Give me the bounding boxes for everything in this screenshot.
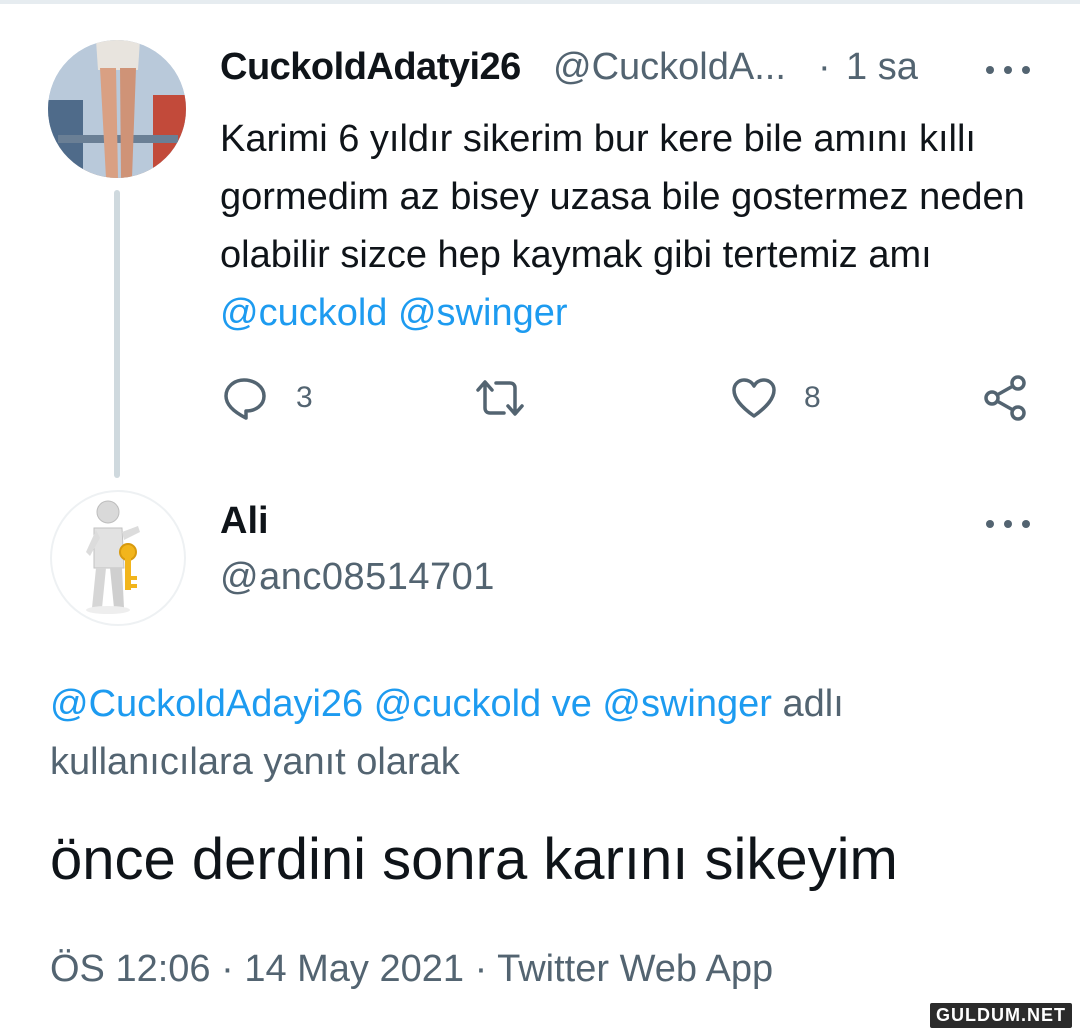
retweet-icon — [476, 380, 524, 416]
top-divider — [0, 0, 1080, 4]
reply-button[interactable]: 3 — [222, 372, 313, 424]
separator-dot: · — [818, 46, 831, 88]
reply-icon — [224, 378, 266, 420]
tweet-author-handle[interactable]: @CuckoldA... — [553, 46, 786, 89]
reply-text: önce derdini sonra karını sikeyim — [50, 827, 898, 892]
mention-swinger[interactable]: @swinger — [398, 292, 568, 334]
tweet-text: Karimi 6 yıldır sikerim bur kere bile am… — [220, 110, 1050, 342]
thread-connector-line — [114, 190, 120, 478]
reply-more-icon[interactable] — [984, 514, 1032, 534]
tweet-body: Karimi 6 yıldır sikerim bur kere bile am… — [220, 118, 1025, 276]
like-icon — [732, 378, 776, 418]
replying-mentions[interactable]: @CuckoldAdayi26 @cuckold ve @swinger — [50, 683, 772, 725]
retweet-button[interactable] — [472, 372, 528, 424]
replying-to: @CuckoldAdayi26 @cuckold ve @swinger adl… — [50, 675, 1050, 791]
reply-timestamp[interactable]: ÖS 12:06 · 14 May 2021 · Twitter Web App — [50, 948, 773, 991]
avatar[interactable] — [48, 40, 186, 178]
tweet-author-name[interactable]: CuckoldAdatyi26 — [220, 46, 521, 89]
avatar-photo — [48, 40, 186, 178]
like-button[interactable]: 8 — [730, 372, 821, 424]
reply-count: 3 — [296, 381, 313, 414]
reply-avatar[interactable] — [50, 490, 186, 626]
mention-cuckold[interactable]: @cuckold — [220, 292, 387, 334]
watermark: GULDUM.NET — [930, 1003, 1072, 1028]
share-button[interactable] — [982, 372, 1030, 424]
reply-author-name[interactable]: Ali — [220, 500, 269, 543]
reply-author-handle[interactable]: @anc08514701 — [220, 556, 495, 599]
share-icon — [984, 375, 1026, 421]
like-count: 8 — [804, 381, 821, 414]
tweet-time[interactable]: 1 sa — [846, 46, 918, 89]
more-icon[interactable] — [984, 60, 1032, 80]
person-with-key-icon — [86, 500, 140, 614]
